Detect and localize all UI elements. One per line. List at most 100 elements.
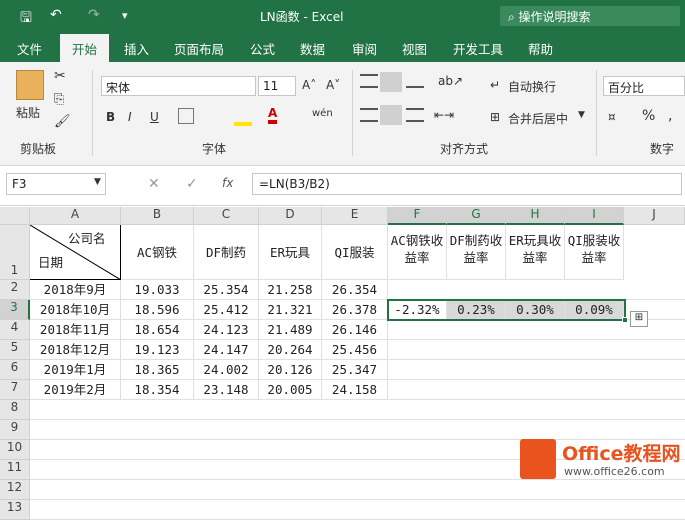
- cell-value[interactable]: 23.148: [194, 380, 259, 400]
- save-icon[interactable]: 🖫: [20, 7, 32, 31]
- font-color-icon[interactable]: A: [268, 106, 278, 124]
- cell-value[interactable]: 24.002: [194, 360, 259, 380]
- enter-icon[interactable]: ✓: [186, 176, 198, 192]
- tab-data[interactable]: 数据: [300, 39, 325, 58]
- cell-date[interactable]: 2018年9月: [30, 280, 121, 300]
- name-box[interactable]: F3: [6, 173, 106, 195]
- borders-icon[interactable]: [178, 108, 194, 124]
- row-header[interactable]: 11: [0, 460, 30, 480]
- underline-button[interactable]: U: [150, 110, 159, 124]
- cell-value[interactable]: 18.365: [121, 360, 194, 380]
- tab-review[interactable]: 审阅: [352, 39, 377, 58]
- tab-file[interactable]: 文件: [17, 39, 42, 58]
- row-header[interactable]: 9: [0, 420, 30, 440]
- column-header[interactable]: E: [322, 207, 388, 225]
- cell-a1[interactable]: 公司名 日期: [30, 225, 121, 280]
- row-header[interactable]: 7: [0, 380, 30, 400]
- cell-value[interactable]: 19.123: [121, 340, 194, 360]
- align-middle-icon[interactable]: [380, 72, 402, 92]
- cell-value[interactable]: 24.147: [194, 340, 259, 360]
- select-all-corner[interactable]: [0, 207, 30, 225]
- cancel-icon[interactable]: ✕: [148, 176, 160, 192]
- cell-value[interactable]: 24.123: [194, 320, 259, 340]
- formula-input[interactable]: =LN(B3/B2): [252, 173, 682, 195]
- column-header[interactable]: A: [30, 207, 121, 225]
- cell-value[interactable]: 26.378: [322, 300, 388, 320]
- row-header[interactable]: 12: [0, 480, 30, 500]
- tell-me-search[interactable]: ⌕ 操作说明搜索: [500, 6, 680, 26]
- cell-value[interactable]: 21.489: [259, 320, 322, 340]
- decrease-font-icon[interactable]: A˅: [326, 78, 340, 92]
- cell-value[interactable]: 26.146: [322, 320, 388, 340]
- row-header[interactable]: 4: [0, 320, 30, 340]
- cell-value[interactable]: 18.654: [121, 320, 194, 340]
- increase-font-icon[interactable]: A˄: [302, 78, 316, 92]
- cell-date[interactable]: 2018年11月: [30, 320, 121, 340]
- paste-button[interactable]: 粘贴: [16, 104, 40, 121]
- row-header[interactable]: 6: [0, 360, 30, 380]
- cell-date[interactable]: 2018年12月: [30, 340, 121, 360]
- cell-value[interactable]: 24.158: [322, 380, 388, 400]
- column-header[interactable]: F: [388, 207, 447, 225]
- cut-icon[interactable]: ✂: [54, 68, 66, 84]
- wrap-text-button[interactable]: 自动换行: [508, 78, 556, 95]
- column-header[interactable]: I: [565, 207, 624, 225]
- cell-value[interactable]: 20.126: [259, 360, 322, 380]
- column-header[interactable]: D: [259, 207, 322, 225]
- row-header[interactable]: 3: [0, 300, 30, 320]
- paste-icon[interactable]: [16, 70, 44, 100]
- row-header[interactable]: 5: [0, 340, 30, 360]
- align-center-icon[interactable]: [380, 105, 402, 125]
- cell-c1[interactable]: DF制药: [194, 225, 259, 280]
- cell-f1[interactable]: AC钢铁收益率: [388, 225, 447, 280]
- cell-value[interactable]: 25.347: [322, 360, 388, 380]
- cell-value[interactable]: 19.033: [121, 280, 194, 300]
- cell-date[interactable]: 2019年2月: [30, 380, 121, 400]
- cell-value[interactable]: 25.412: [194, 300, 259, 320]
- column-header[interactable]: G: [447, 207, 506, 225]
- copy-icon[interactable]: ⎘: [54, 92, 64, 107]
- row-header[interactable]: 10: [0, 440, 30, 460]
- cell-date[interactable]: 2019年1月: [30, 360, 121, 380]
- row-header[interactable]: 13: [0, 500, 30, 520]
- phonetic-icon[interactable]: wén: [312, 108, 333, 119]
- redo-icon[interactable]: ↷: [88, 7, 100, 23]
- tab-developer[interactable]: 开发工具: [453, 39, 503, 58]
- cell-value[interactable]: 21.258: [259, 280, 322, 300]
- bold-button[interactable]: B: [106, 110, 115, 124]
- column-header[interactable]: B: [121, 207, 194, 225]
- row-header[interactable]: 2: [0, 280, 30, 300]
- italic-button[interactable]: I: [128, 110, 132, 124]
- comma-icon[interactable]: ,: [668, 108, 672, 124]
- tab-formulas[interactable]: 公式: [250, 39, 275, 58]
- currency-icon[interactable]: ¤: [608, 110, 616, 124]
- align-bottom-icon[interactable]: [406, 74, 424, 88]
- name-box-dropdown-icon[interactable]: ▼: [94, 177, 101, 187]
- undo-icon[interactable]: ↶: [50, 7, 62, 23]
- cell-h1[interactable]: ER玩具收益率: [506, 225, 565, 280]
- column-header[interactable]: H: [506, 207, 565, 225]
- format-painter-icon[interactable]: 🖌: [54, 114, 71, 129]
- align-left-icon[interactable]: [360, 108, 378, 122]
- fill-handle[interactable]: [622, 317, 628, 323]
- tab-insert[interactable]: 插入: [124, 39, 149, 58]
- percent-button[interactable]: %: [642, 108, 655, 124]
- font-size-select[interactable]: 11: [258, 76, 296, 96]
- align-right-icon[interactable]: [406, 108, 424, 122]
- insert-function-icon[interactable]: fx: [222, 176, 233, 190]
- cell-i1[interactable]: QI服装收益率: [565, 225, 624, 280]
- customize-qat-icon[interactable]: ▾: [122, 9, 128, 22]
- quick-analysis-icon[interactable]: ⊞: [630, 311, 648, 327]
- tab-view[interactable]: 视图: [402, 39, 427, 58]
- cell-d1[interactable]: ER玩具: [259, 225, 322, 280]
- tab-help[interactable]: 帮助: [528, 39, 553, 58]
- align-top-icon[interactable]: [360, 74, 378, 88]
- fill-color-icon[interactable]: [234, 108, 252, 126]
- cell-g1[interactable]: DF制药收益率: [447, 225, 506, 280]
- cell-value[interactable]: 25.456: [322, 340, 388, 360]
- cell-value[interactable]: 21.321: [259, 300, 322, 320]
- column-header[interactable]: C: [194, 207, 259, 225]
- orientation-icon[interactable]: ab↗: [438, 74, 463, 88]
- tab-home[interactable]: 开始: [60, 34, 110, 62]
- merge-icon[interactable]: ⊞: [490, 110, 500, 124]
